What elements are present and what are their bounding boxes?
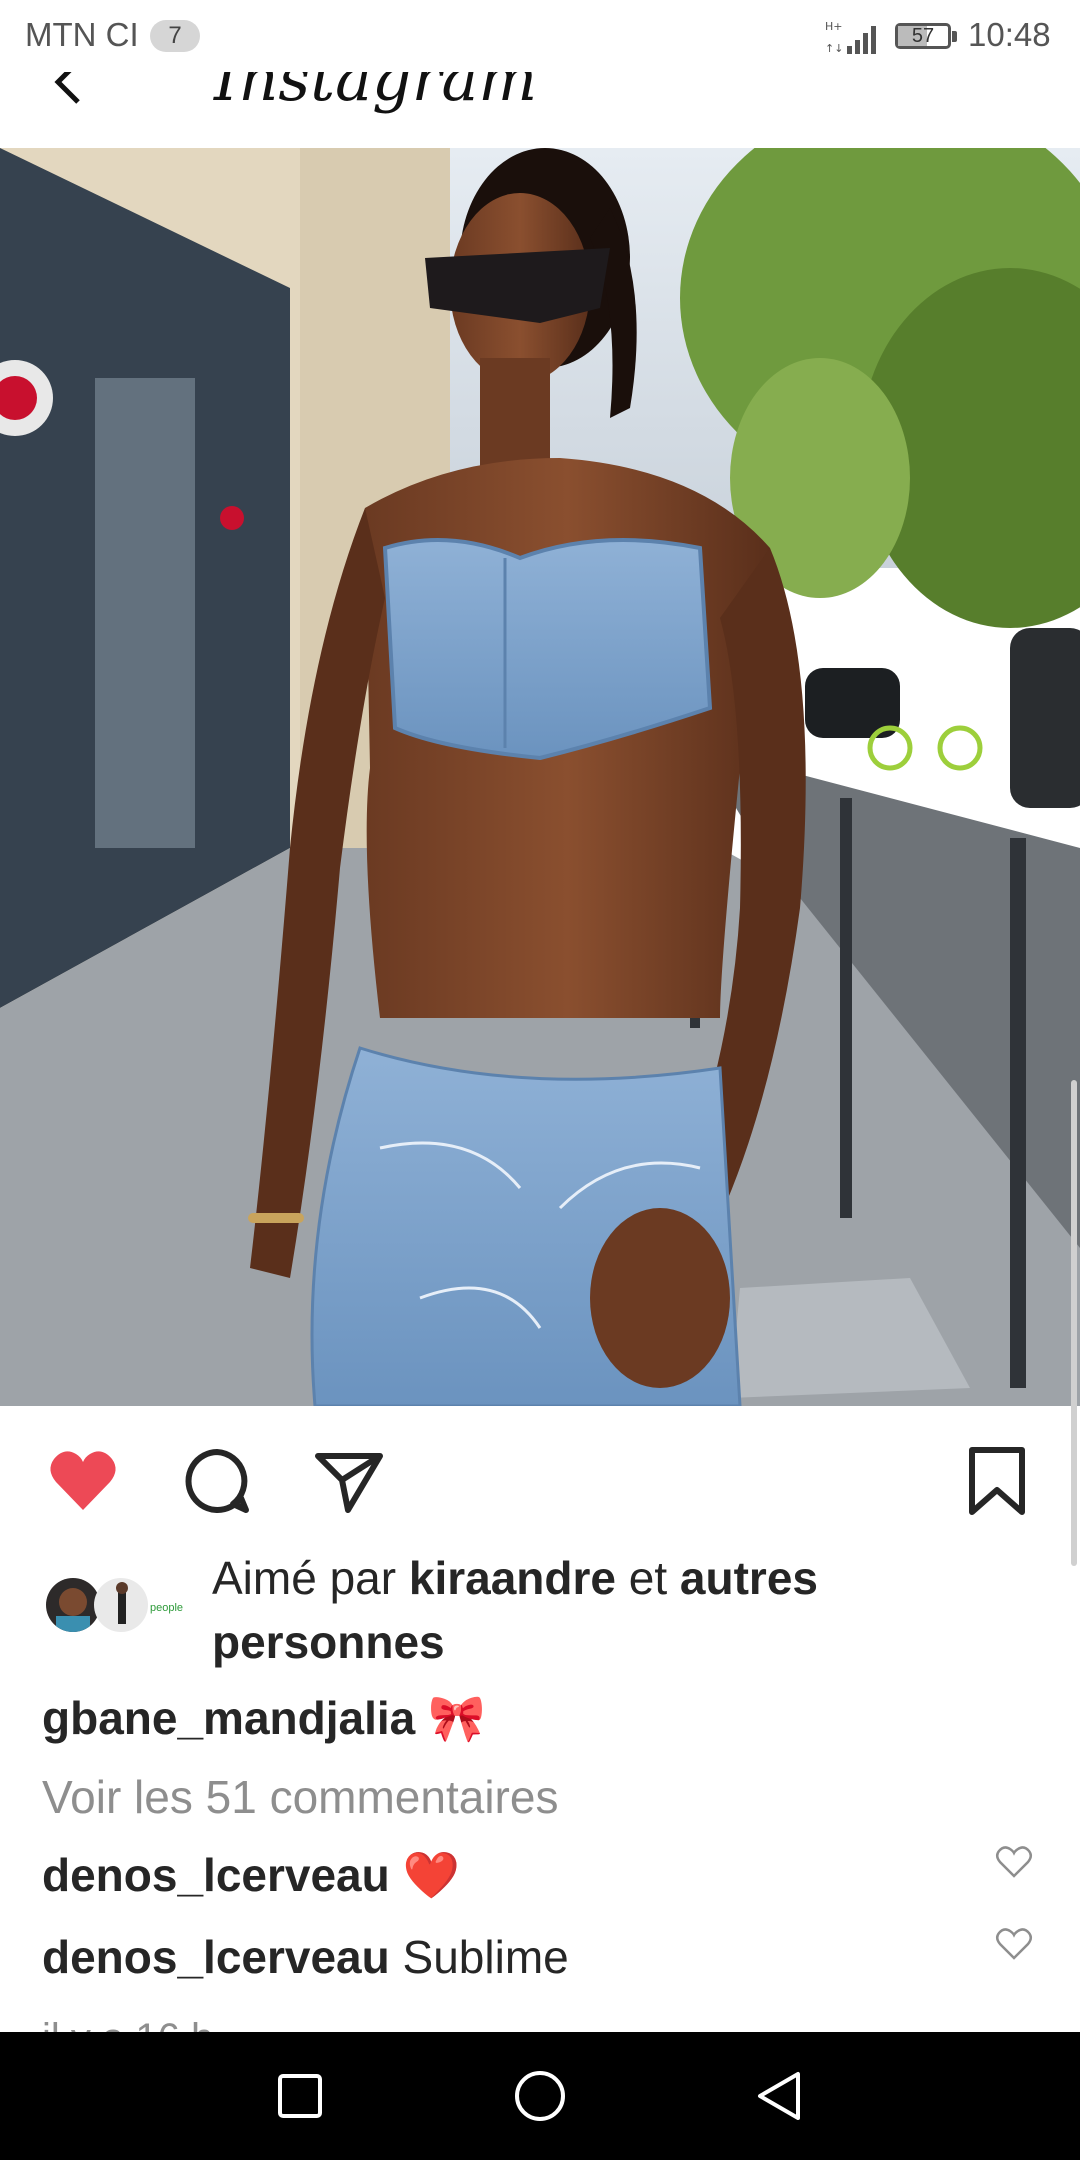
- comment-username[interactable]: denos_lcerveau: [42, 1849, 390, 1901]
- comment-username[interactable]: denos_lcerveau: [42, 1931, 390, 1983]
- brand-mini-logo: people: [150, 1602, 184, 1614]
- carrier-name: MTN CI: [25, 16, 139, 53]
- clock: 10:48: [968, 16, 1051, 53]
- comment-row: denos_lcerveau ❤️: [42, 1848, 460, 1903]
- system-nav-bar: [0, 2032, 1080, 2160]
- avatar: [46, 1578, 100, 1632]
- bookmark-icon[interactable]: [960, 1444, 1034, 1518]
- liked-by-row[interactable]: people Aimé par kiraandre et autres pers…: [0, 1546, 1080, 1676]
- comment-text: ❤️: [389, 1849, 460, 1901]
- liked-user[interactable]: kiraandre: [409, 1552, 616, 1604]
- battery-level: 57: [911, 25, 935, 47]
- status-bar: MTN CI 7 H+ ↑↓ 57 10:48: [0, 0, 1080, 72]
- heart-outline-icon[interactable]: [995, 1843, 1033, 1881]
- view-comments-link[interactable]: Voir les 51 commentaires: [42, 1770, 558, 1824]
- caption-username[interactable]: gbane_mandjalia: [42, 1692, 415, 1744]
- square-recents-icon[interactable]: [270, 2066, 330, 2126]
- heart-outline-icon[interactable]: [995, 1925, 1033, 1963]
- circle-home-icon[interactable]: [510, 2066, 570, 2126]
- comment-bubble-icon[interactable]: [180, 1444, 254, 1518]
- sim-badge: 7: [150, 20, 200, 52]
- post-actions: [0, 1406, 1080, 1546]
- scrollbar[interactable]: [1071, 1080, 1077, 1566]
- triangle-back-icon[interactable]: [750, 2066, 810, 2126]
- signal-icon: H+ ↑↓: [825, 20, 876, 55]
- comment-text: Sublime: [389, 1931, 569, 1983]
- liked-prefix: Aimé par: [212, 1552, 409, 1604]
- post-caption: gbane_mandjalia 🎀: [42, 1690, 485, 1746]
- post-image: [0, 148, 1080, 1406]
- comment-row: denos_lcerveau Sublime: [42, 1930, 569, 1984]
- post-video[interactable]: [0, 148, 1080, 1406]
- battery-cap: [952, 31, 957, 42]
- svg-text:↑↓: ↑↓: [825, 42, 843, 55]
- battery-icon: 57: [895, 23, 951, 49]
- back-arrow-icon[interactable]: [48, 72, 88, 112]
- instagram-logo: Instagram: [214, 72, 538, 115]
- caption-text: 🎀: [415, 1692, 486, 1744]
- liked-by-text: Aimé par kiraandre et autres personnes: [212, 1546, 1042, 1674]
- liked-middle: et: [615, 1552, 680, 1604]
- paper-plane-icon[interactable]: [312, 1444, 386, 1518]
- svg-text:H+: H+: [825, 20, 843, 33]
- avatar: [94, 1578, 148, 1632]
- heart-filled-icon[interactable]: [46, 1444, 120, 1518]
- app-header: Instagram: [0, 72, 1080, 148]
- post-timestamp: il y a 16 h: [42, 2008, 213, 2032]
